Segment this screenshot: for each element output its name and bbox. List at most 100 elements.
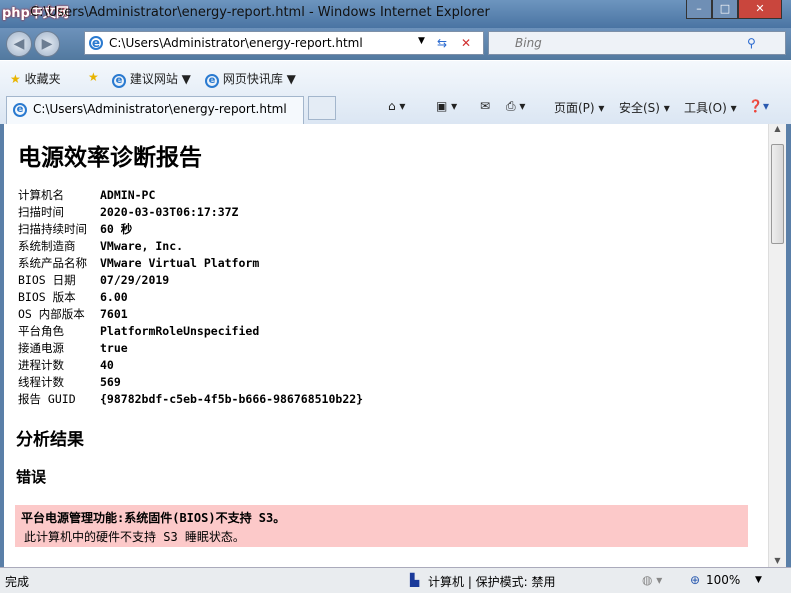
info-key: 系统产品名称: [18, 255, 87, 270]
print-icon[interactable]: ⎙ ▾: [506, 99, 525, 114]
back-button[interactable]: ◀: [6, 31, 32, 57]
info-row: 报告 GUID {98782bdf-c5eb-4f5b-b666-98676851…: [18, 390, 363, 407]
info-key: OS 内部版本: [18, 306, 85, 321]
scroll-down-icon[interactable]: ▼: [769, 556, 786, 565]
search-input[interactable]: Bing: [515, 36, 542, 50]
zoom-dropdown-icon[interactable]: ▼: [755, 575, 762, 585]
protected-mode-icon[interactable]: ◍ ▾: [642, 573, 662, 587]
close-button[interactable]: ✕: [738, 0, 782, 19]
window-title: C:\Users\Administrator\energy-report.htm…: [30, 5, 490, 20]
help-icon[interactable]: ❓▾: [748, 99, 769, 113]
forward-button[interactable]: ▶: [34, 31, 60, 57]
suggested-sites-link[interactable]: e 建议网站 ▼: [112, 70, 191, 88]
report-title: 电源效率诊断报告: [18, 144, 202, 171]
info-value: PlatformRoleUnspecified: [100, 323, 260, 338]
ie-icon: e: [112, 74, 126, 88]
add-favorite-icon[interactable]: ★: [88, 70, 99, 84]
suggested-sites-label: 建议网站: [129, 72, 178, 86]
tools-menu-label: 工具(O): [684, 101, 727, 115]
info-key: BIOS 版本: [18, 289, 76, 304]
info-row: 扫描持续时间 60 秒: [18, 220, 363, 237]
info-key: 平台角色: [18, 323, 64, 338]
tools-menu[interactable]: 工具(O) ▾: [684, 99, 737, 116]
info-key: 系统制造商: [18, 238, 76, 253]
info-row: 系统制造商 VMware, Inc.: [18, 237, 363, 254]
info-value: 2020-03-03T06:17:37Z: [100, 204, 239, 219]
security-zone[interactable]: 计算机 | 保护模式: 禁用: [428, 573, 556, 590]
home-icon[interactable]: ⌂ ▾: [388, 99, 405, 113]
maximize-button[interactable]: □: [712, 0, 738, 19]
zoom-level[interactable]: 100%: [706, 573, 740, 587]
info-value: 40: [100, 357, 114, 372]
error-title: 平台电源管理功能:系统固件(BIOS)不支持 S3。: [21, 511, 286, 525]
computer-icon: ▙: [410, 573, 420, 587]
info-row: BIOS 日期 07/29/2019: [18, 271, 363, 288]
ie-page-icon: e: [89, 36, 103, 50]
error-item: 平台电源管理功能:系统固件(BIOS)不支持 S3。 此计算机中的硬件不支持 S…: [15, 505, 748, 547]
info-key: 报告 GUID: [18, 391, 76, 406]
page-menu[interactable]: 页面(P) ▾: [554, 99, 604, 116]
info-value: 569: [100, 374, 121, 389]
refresh-icon[interactable]: ⇆: [437, 36, 447, 50]
tab-report[interactable]: e C:\Users\Administrator\energy-report.h…: [6, 96, 304, 124]
title-bar: php中文网 C:\Users\Administrator\energy-rep…: [0, 0, 791, 28]
info-value: {98782bdf-c5eb-4f5b-b666-986768510b22}: [100, 391, 364, 406]
scroll-up-icon[interactable]: ▲: [769, 124, 786, 133]
info-key: 进程计数: [18, 357, 64, 372]
address-dropdown-icon[interactable]: ▼: [418, 36, 425, 46]
minimize-button[interactable]: –: [686, 0, 712, 19]
search-box[interactable]: Bing ⚲: [488, 31, 786, 55]
errors-heading: 错误: [16, 468, 47, 486]
command-area: ★ 收藏夹 ★ e 建议网站 ▼ e 网页快讯库 ▼ e C:\Users\Ad…: [0, 60, 791, 124]
web-slice-label: 网页快讯库: [222, 72, 283, 86]
info-key: 接通电源: [18, 340, 64, 355]
info-key: 线程计数: [18, 374, 64, 389]
status-text: 完成: [5, 575, 30, 589]
address-input[interactable]: C:\Users\Administrator\energy-report.htm…: [109, 36, 363, 50]
scroll-thumb[interactable]: [771, 144, 784, 244]
info-row: 计算机名 ADMIN-PC: [18, 186, 363, 203]
page-content: 电源效率诊断报告 计算机名 ADMIN-PC 扫描时间 2020-03-03T06:1…: [4, 124, 768, 567]
info-value: VMware, Inc.: [100, 238, 184, 253]
tab-label: C:\Users\Administrator\energy-report.htm…: [33, 102, 287, 116]
mail-icon[interactable]: ✉: [480, 99, 490, 113]
info-key: 扫描时间: [18, 204, 64, 219]
safety-menu-label: 安全(S): [619, 101, 660, 115]
info-row: OS 内部版本 7601: [18, 305, 363, 322]
ie-icon: e: [205, 74, 219, 88]
info-value: true: [100, 340, 128, 355]
info-key: 计算机名: [18, 187, 64, 202]
info-row: BIOS 版本 6.00: [18, 288, 363, 305]
info-row: 接通电源 true: [18, 339, 363, 356]
stop-icon[interactable]: ✕: [461, 36, 471, 50]
zoom-icon: ⊕: [690, 573, 701, 587]
info-key: 扫描持续时间: [18, 221, 87, 236]
web-slice-gallery-link[interactable]: e 网页快讯库 ▼: [205, 70, 296, 88]
page-menu-label: 页面(P): [554, 101, 595, 115]
analysis-heading: 分析结果: [16, 430, 84, 450]
error-detail: 此计算机中的硬件不支持 S3 睡眠状态。: [24, 530, 245, 544]
info-value: VMware Virtual Platform: [100, 255, 260, 270]
info-row: 扫描时间 2020-03-03T06:17:37Z: [18, 203, 363, 220]
info-row: 线程计数 569: [18, 373, 363, 390]
vertical-scrollbar[interactable]: ▲ ▼: [768, 124, 786, 567]
star-icon: ★: [10, 72, 21, 86]
info-value: 6.00: [100, 289, 128, 304]
info-key: BIOS 日期: [18, 272, 76, 287]
info-row: 系统产品名称 VMware Virtual Platform: [18, 254, 363, 271]
favorites-button[interactable]: ★ 收藏夹: [10, 70, 61, 87]
feeds-icon[interactable]: ▣ ▾: [436, 99, 457, 113]
info-value: 60 秒: [100, 221, 133, 236]
search-icon[interactable]: ⚲: [747, 36, 756, 50]
ie-icon: e: [13, 103, 27, 117]
new-tab-button[interactable]: [308, 96, 336, 120]
address-bar[interactable]: e C:\Users\Administrator\energy-report.h…: [84, 31, 484, 55]
safety-menu[interactable]: 安全(S) ▾: [619, 99, 670, 116]
info-row: 进程计数 40: [18, 356, 363, 373]
info-row: 平台角色 PlatformRoleUnspecified: [18, 322, 363, 339]
navigation-bar: ◀ ▶ e C:\Users\Administrator\energy-repo…: [0, 28, 791, 60]
system-info-table: 计算机名 ADMIN-PC 扫描时间 2020-03-03T06:17:37Z 扫描持续…: [18, 186, 363, 407]
status-bar: 完成 ▙ 计算机 | 保护模式: 禁用 ◍ ▾ ⊕ 100% ▼: [0, 567, 791, 593]
info-value: ADMIN-PC: [100, 187, 156, 202]
info-value: 7601: [100, 306, 128, 321]
